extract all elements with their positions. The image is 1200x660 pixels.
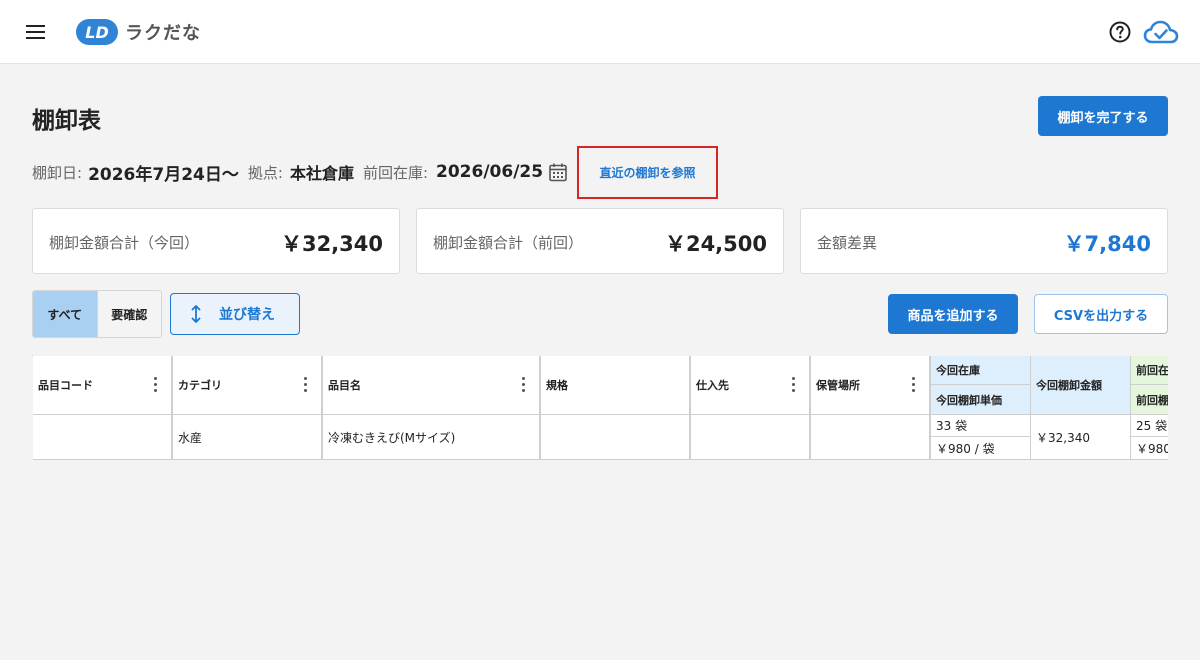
svg-text:LD: LD [85,23,108,42]
header-label: 前回棚卸単価 [1136,393,1168,407]
column-menu-icon[interactable] [791,377,795,393]
calendar-icon[interactable] [547,161,569,183]
complete-stocktake-button[interactable]: 棚卸を完了する [1038,96,1168,136]
date-value: 2026年7月24日〜 [88,164,239,185]
summary-card-previous-total: 棚卸金額合計（前回） ￥24,500 [416,208,784,274]
table-cell-current-stock[interactable]: 33 袋 [931,415,1031,437]
column-header-spec[interactable]: 規格 [541,356,691,415]
sort-arrows-icon [191,305,201,323]
stocktake-info: 棚卸日: 2026年7月24日〜 拠点: 本社倉庫 前回在庫: 2026/06/… [32,158,569,186]
table-cell-prev-unit-price[interactable]: ￥980 / 袋 [1131,437,1168,460]
sort-button[interactable]: 並び替え [170,293,300,335]
header-label: 今回在庫 [936,364,980,377]
column-header-supplier[interactable]: 仕入先 [691,356,811,415]
table-cell-current-amount[interactable]: ￥32,340 [1031,415,1131,460]
prev-stock-label: 前回在庫: [362,163,429,182]
header-label: 保管場所 [816,379,860,392]
summary-label: 棚卸金額合計（今回） [49,234,200,252]
table-cell-item-code[interactable] [33,415,173,460]
csv-export-button[interactable]: CSVを出力する [1034,294,1168,334]
site-label: 拠点: [247,163,283,182]
summary-label: 金額差異 [817,234,878,252]
header-label: 仕入先 [696,379,729,392]
table-grid: 品目コード カテゴリ 品目名 規格 仕入先 保管場所 今回在庫 今回棚卸単価 今… [32,355,1168,460]
header-label: 規格 [546,379,568,392]
prev-stock-value: 2026/06/25 [436,162,544,182]
app-logo[interactable]: LD ラクだな [74,16,201,48]
help-icon[interactable] [1108,20,1132,44]
site-value: 本社倉庫 [289,164,354,183]
table-cell-prev-stock[interactable]: 25 袋 [1131,415,1168,437]
filter-segment: すべて 要確認 [32,290,162,338]
cloud-sync-icon[interactable] [1143,17,1179,47]
summary-value: ￥32,340 [280,232,383,256]
app-name: ラクだな [125,23,201,44]
header-label: 前回在庫 [1136,364,1168,377]
summary-value: ￥7,840 [1063,232,1151,256]
hamburger-menu-icon[interactable] [22,18,50,46]
top-bar: LD ラクだな [0,0,1200,64]
sort-label: 並び替え [219,307,275,323]
stocktake-table: 品目コード カテゴリ 品目名 規格 仕入先 保管場所 今回在庫 今回棚卸単価 今… [32,355,1168,460]
summary-label: 棚卸金額合計（前回） [433,234,584,252]
column-header-item-code[interactable]: 品目コード [33,356,173,415]
add-product-button[interactable]: 商品を追加する [888,294,1018,334]
header-label: 品目名 [328,379,361,392]
column-header-item-name[interactable]: 品目名 [323,356,541,415]
column-header-location[interactable]: 保管場所 [811,356,931,415]
column-header-current-amount[interactable]: 今回棚卸金額 [1031,356,1131,415]
summary-card-current-total: 棚卸金額合計（今回） ￥32,340 [32,208,400,274]
summary-card-difference: 金額差異 ￥7,840 [800,208,1168,274]
logo-mark-icon: LD [76,19,118,45]
column-header-category[interactable]: カテゴリ [173,356,323,415]
column-menu-icon[interactable] [521,377,525,393]
filter-needs-check-tab[interactable]: 要確認 [96,291,161,337]
summary-value: ￥24,500 [664,232,767,256]
column-menu-icon[interactable] [153,377,157,393]
column-menu-icon[interactable] [911,377,915,393]
column-header-prev-stock[interactable]: 前回在庫 [1131,356,1168,385]
recent-stocktake-reference-link[interactable]: 直近の棚卸を参照 [577,146,718,199]
header-label: 品目コード [38,379,93,392]
table-cell-location[interactable] [811,415,931,460]
table-cell-item-name[interactable]: 冷凍むきえび(Mサイズ) [323,415,541,460]
filter-all-tab[interactable]: すべて [33,291,97,337]
column-header-prev-unit-price[interactable]: 前回棚卸単価 [1131,385,1168,415]
table-cell-category[interactable]: 水産 [173,415,323,460]
column-menu-icon[interactable] [303,377,307,393]
table-cell-supplier[interactable] [691,415,811,460]
column-header-current-unit-price[interactable]: 今回棚卸単価 [931,385,1031,415]
header-label: 今回棚卸単価 [936,393,1002,407]
table-cell-spec[interactable] [541,415,691,460]
header-label: カテゴリ [178,379,222,392]
column-header-current-stock[interactable]: 今回在庫 [931,356,1031,385]
page-title: 棚卸表 [32,108,101,134]
table-cell-current-unit-price[interactable]: ￥980 / 袋 [931,437,1031,460]
date-label: 棚卸日: [32,163,83,182]
header-label: 今回棚卸金額 [1036,379,1102,392]
